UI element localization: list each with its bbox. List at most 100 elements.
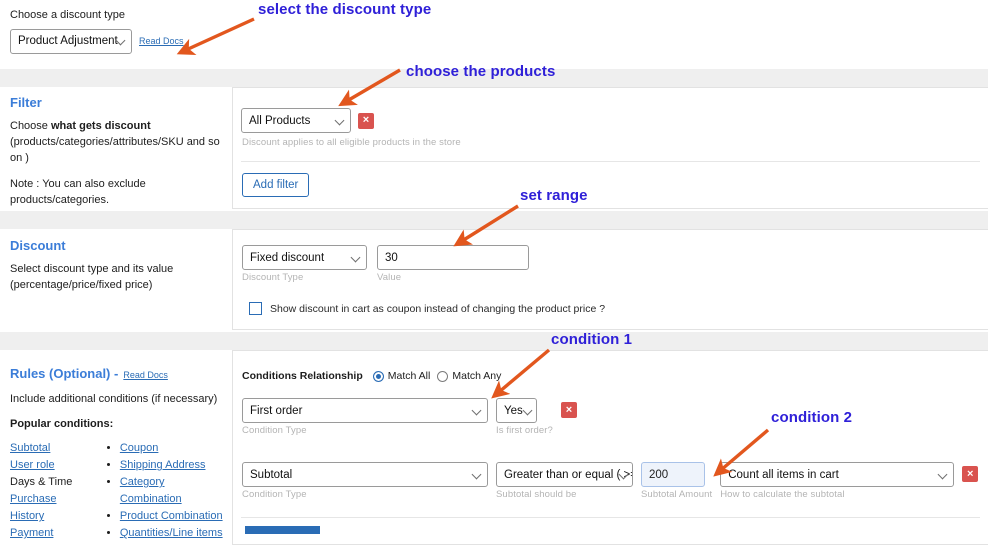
condition2-type-value: Subtotal — [250, 469, 292, 481]
list-item[interactable]: Purchase History — [10, 491, 87, 525]
annotation-label-3: condition 1 — [551, 331, 632, 348]
popular-condition-col2-link-2[interactable]: Category Combination — [120, 476, 182, 505]
list-item: Days & Time — [10, 474, 87, 491]
rules-description: Rules (Optional) - Read Docs Include add… — [10, 367, 225, 545]
annotation-label-2: set range — [520, 187, 588, 204]
match-all-radio[interactable] — [373, 371, 384, 382]
match-any-radio-option[interactable]: Match Any — [437, 370, 501, 382]
list-item[interactable]: Quantities/Line items — [120, 525, 225, 542]
filter-hint: Discount applies to all eligible product… — [242, 138, 988, 148]
discount-type-caption: Discount Type — [242, 273, 367, 283]
condition2-operator-value: Greater than or equal ( >= ) — [504, 469, 633, 481]
filter-desc-bold: what gets discount — [51, 120, 151, 132]
discount-type-select[interactable]: Product Adjustment — [10, 29, 132, 54]
coupon-display-checkbox[interactable] — [249, 302, 262, 315]
condition1-answer-value: Yes — [504, 405, 523, 417]
list-item[interactable]: Payment Method — [10, 525, 87, 545]
discount-amount-caption: Value — [377, 273, 529, 283]
filter-desc: Choose what gets discount (products/cate… — [10, 119, 225, 167]
popular-conditions-lists: Subtotal User role Days & Time Purchase His… — [10, 440, 225, 545]
filter-desc-pre: Choose — [10, 120, 51, 132]
condition2-amount-input[interactable]: 200 — [641, 462, 705, 487]
rules-panel: Conditions Relationship Match All Match … — [232, 350, 988, 545]
discount-panel: Fixed discount Discount Type 30 Value Sh… — [232, 229, 988, 330]
condition-row-1: First order Condition Type Yes Is first … — [233, 382, 988, 436]
list-item[interactable]: Coupon — [120, 440, 225, 457]
match-all-label: Match All — [388, 370, 431, 382]
remove-condition1-button[interactable]: × — [561, 402, 577, 418]
discount-type-select-value: Product Adjustment — [18, 35, 118, 47]
list-item[interactable]: User role — [10, 457, 87, 474]
condition1-type-caption: Condition Type — [242, 426, 488, 436]
popular-condition-col2-link-1[interactable]: Shipping Address — [120, 459, 206, 471]
discount-type-read-docs-link[interactable]: Read Docs — [139, 36, 184, 46]
rules-title: Rules (Optional) - — [10, 367, 118, 381]
condition1-answer-caption: Is first order? — [496, 426, 553, 436]
filter-target-select-value: All Products — [249, 115, 310, 127]
annotation-label-4: condition 2 — [771, 409, 852, 426]
arrow-select-discount-type — [186, 19, 254, 50]
condition2-operator-select[interactable]: Greater than or equal ( >= ) — [496, 462, 633, 487]
annotation-label-1: choose the products — [406, 63, 555, 80]
list-item[interactable]: Category Combination — [120, 474, 225, 508]
popular-condition-col2-link-0[interactable]: Coupon — [120, 442, 159, 454]
remove-filter-button[interactable]: × — [358, 113, 374, 129]
section-divider-band-2 — [0, 211, 988, 229]
condition1-answer-select[interactable]: Yes — [496, 398, 537, 423]
rules-read-docs-link[interactable]: Read Docs — [123, 370, 168, 380]
conditions-relationship-label: Conditions Relationship — [242, 370, 363, 382]
discount-type-value-select[interactable]: Fixed discount — [242, 245, 367, 270]
condition1-type-select[interactable]: First order — [242, 398, 488, 423]
filter-target-select[interactable]: All Products — [241, 108, 351, 133]
chevron-down-icon — [472, 405, 482, 415]
popular-condition-col2-link-4[interactable]: Quantities/Line items — [120, 527, 223, 539]
condition2-method-select[interactable]: Count all items in cart — [720, 462, 954, 487]
chevron-down-icon — [523, 405, 533, 415]
filter-note: Note : You can also exclude products/cat… — [10, 177, 225, 209]
popular-conditions-col2: Coupon Shipping Address Category Combinati… — [105, 440, 225, 545]
popular-condition-col1-link-3[interactable]: Purchase History — [10, 493, 56, 522]
popular-condition-col1-link-1[interactable]: User role — [10, 459, 55, 471]
discount-title: Discount — [10, 239, 225, 253]
match-all-radio-option[interactable]: Match All — [373, 370, 431, 382]
add-filter-button[interactable]: Add filter — [242, 173, 309, 197]
condition2-amount-caption: Subtotal Amount — [641, 490, 712, 500]
popular-condition-col1-link-0[interactable]: Subtotal — [10, 442, 50, 454]
list-item[interactable]: Subtotal — [10, 440, 87, 457]
popular-conditions-col1: Subtotal User role Days & Time Purchase His… — [10, 440, 87, 545]
chevron-down-icon — [472, 469, 482, 479]
discount-type-value: Fixed discount — [250, 252, 324, 264]
annotation-label-0: select the discount type — [258, 1, 431, 18]
discount-amount-value: 30 — [385, 252, 398, 264]
condition2-type-select[interactable]: Subtotal — [242, 462, 488, 487]
discount-type-label: Choose a discount type — [10, 8, 184, 24]
popular-condition-col2-link-3[interactable]: Product Combination — [120, 510, 223, 522]
filter-panel: All Products × Discount applies to all e… — [232, 87, 988, 209]
list-item[interactable]: Product Combination — [120, 508, 225, 525]
discount-desc: Select discount type and its value (perc… — [10, 262, 225, 294]
rules-subtitle: Include additional conditions (if necess… — [10, 392, 225, 408]
popular-condition-col1-text-2: Days & Time — [10, 476, 72, 488]
remove-condition2-button[interactable]: × — [962, 466, 978, 482]
match-any-label: Match Any — [452, 370, 501, 382]
discount-description: Discount Select discount type and its va… — [10, 239, 225, 294]
condition2-amount-value: 200 — [649, 469, 668, 481]
filter-title: Filter — [10, 96, 225, 110]
section-divider-band-3 — [0, 332, 988, 350]
chevron-down-icon — [335, 115, 345, 125]
popular-condition-col1-link-4[interactable]: Payment Method — [10, 527, 53, 545]
discount-desc-line1: Select discount type and its value — [10, 263, 173, 275]
list-item[interactable]: Shipping Address — [120, 457, 225, 474]
filter-description: Filter Choose what gets discount (produc… — [10, 96, 225, 209]
add-condition-button[interactable] — [245, 526, 320, 534]
coupon-display-label: Show discount in cart as coupon instead … — [270, 303, 605, 315]
condition1-type-value: First order — [250, 405, 302, 417]
chevron-down-icon — [938, 469, 948, 479]
condition2-operator-caption: Subtotal should be — [496, 490, 633, 500]
filter-desc-line2: (products/categories/attributes/SKU and … — [10, 136, 220, 164]
popular-conditions-label: Popular conditions: — [10, 417, 225, 433]
discount-desc-line2: (percentage/price/fixed price) — [10, 279, 152, 291]
discount-type-section: Choose a discount type Product Adjustmen… — [10, 8, 184, 54]
discount-amount-input[interactable]: 30 — [377, 245, 529, 270]
match-any-radio[interactable] — [437, 371, 448, 382]
